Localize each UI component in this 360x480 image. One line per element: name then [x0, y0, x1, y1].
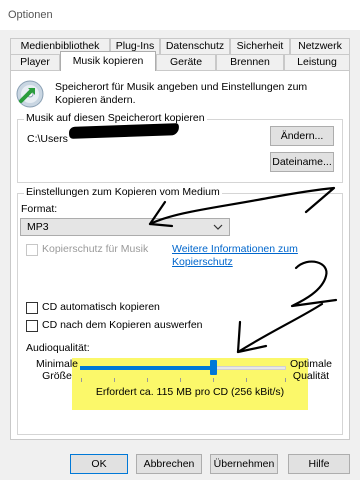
slider-tick [285, 378, 286, 382]
chevron-down-icon [213, 224, 223, 230]
tab-brennen[interactable]: Brennen [216, 54, 284, 70]
slider-tick [213, 378, 214, 382]
min-size-label: Minimale Größe [36, 358, 79, 382]
requirement-text: Erfordert ca. 115 MB pro CD (256 kBit/s) [95, 386, 285, 398]
slider-tick [81, 378, 82, 382]
auto-copy-label: CD automatisch kopieren [42, 301, 160, 313]
settings-group-title: Einstellungen zum Kopieren vom Medium [24, 186, 222, 198]
tab-datenschutz[interactable]: Datenschutz [160, 38, 230, 54]
format-label: Format: [21, 203, 58, 215]
tab-netzwerk[interactable]: Netzwerk [290, 38, 350, 54]
tab-sicherheit[interactable]: Sicherheit [230, 38, 290, 54]
copy-protection-label: Kopierschutz für Musik [42, 243, 149, 255]
intro-text: Speicherort für Musik angeben und Einste… [55, 81, 308, 106]
tab-musik-kopieren[interactable]: Musik kopieren [60, 51, 156, 71]
location-group-title: Musik auf diesen Speicherort kopieren [24, 112, 207, 124]
title-bar: Optionen [0, 0, 360, 30]
max-quality-label: Optimale Qualität [289, 358, 332, 382]
format-value: MP3 [27, 221, 49, 233]
quality-slider-thumb[interactable] [210, 360, 217, 375]
more-info-link[interactable]: Weitere Informationen zum Kopierschutz [172, 243, 322, 269]
slider-tick [114, 378, 115, 382]
window-title: Optionen [8, 9, 53, 21]
auto-copy-checkbox[interactable] [26, 302, 38, 314]
cd-icon [16, 80, 44, 108]
apply-button[interactable]: Übernehmen [210, 454, 278, 474]
change-location-button[interactable]: Ändern... [270, 126, 334, 146]
copy-protection-checkbox[interactable] [26, 244, 38, 256]
slider-tick [180, 378, 181, 382]
ok-button[interactable]: OK [70, 454, 128, 474]
save-path: C:\Users [27, 133, 68, 145]
quality-label: Audioqualität: [26, 342, 90, 354]
slider-tick [246, 378, 247, 382]
help-button[interactable]: Hilfe [288, 454, 350, 474]
slider-tick [147, 378, 148, 382]
eject-checkbox[interactable] [26, 320, 38, 332]
tab-leistung[interactable]: Leistung [284, 54, 350, 70]
eject-label: CD nach dem Kopieren auswerfen [42, 319, 203, 331]
format-select[interactable]: MP3 [20, 218, 230, 236]
cancel-button[interactable]: Abbrechen [136, 454, 202, 474]
tab-player[interactable]: Player [10, 54, 60, 70]
quality-slider-fill [80, 366, 212, 370]
filename-button[interactable]: Dateiname... [270, 152, 334, 172]
tab-geraete[interactable]: Geräte [156, 54, 216, 70]
